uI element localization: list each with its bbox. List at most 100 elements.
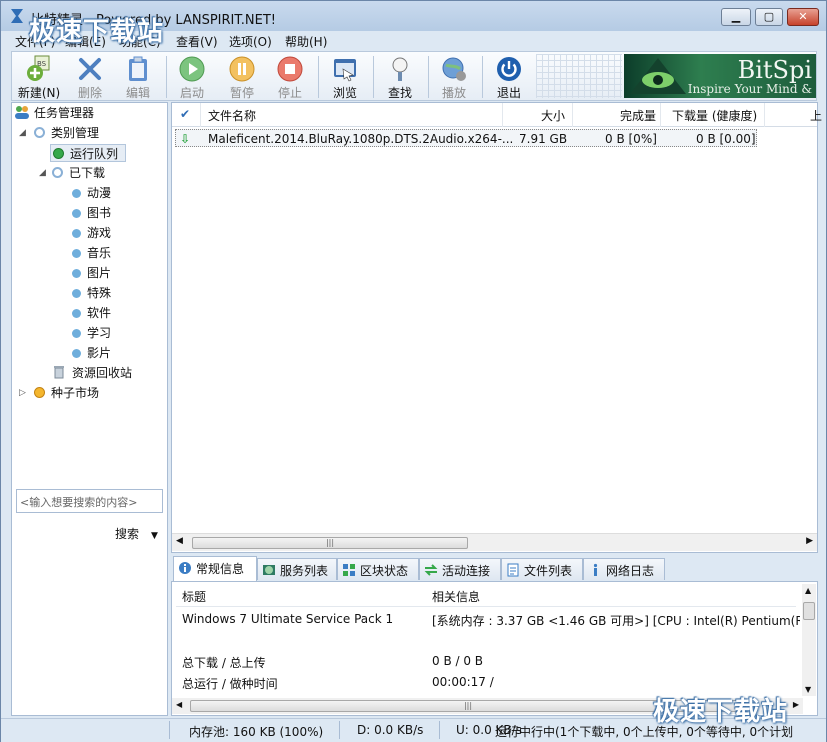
col-size-header[interactable]: 大小	[541, 107, 565, 124]
tree-sub-item[interactable]: 图片	[72, 264, 111, 282]
new-button[interactable]: BS 新建(N)	[13, 54, 65, 100]
tree-seed-market[interactable]: 种子市场	[34, 384, 99, 402]
edit-button[interactable]: 编辑	[112, 54, 164, 100]
exit-button[interactable]: 退出	[483, 54, 535, 100]
vertical-scroll-thumb[interactable]	[803, 602, 815, 620]
column-divider	[200, 103, 201, 127]
task-list-header: ✔ 文件名称 大小 完成量 下载量 (健康度) 上	[172, 103, 822, 127]
tree-sub-label: 影片	[87, 346, 112, 360]
column-divider	[660, 103, 661, 127]
tree-running-queue[interactable]: 运行队列	[50, 144, 126, 162]
scroll-down-icon[interactable]: ▼	[805, 685, 811, 694]
scroll-right-icon[interactable]: ▶	[806, 536, 813, 546]
tree-sub-item[interactable]: 影片	[72, 344, 111, 362]
tree-sub-item[interactable]: 软件	[72, 304, 111, 322]
vertical-scrollbar[interactable]: ▲ ▼	[802, 584, 816, 696]
info-header-title: 标题	[182, 590, 207, 604]
browse-button[interactable]: 浏览	[319, 54, 371, 100]
column-divider	[764, 103, 765, 127]
tree-sub-item[interactable]: 音乐	[72, 244, 111, 262]
start-button[interactable]: 启动	[166, 54, 218, 100]
collapse-icon[interactable]: ◢	[39, 168, 46, 178]
find-bulb-icon	[392, 57, 408, 81]
info-header-info: 相关信息	[432, 590, 481, 604]
info-time-label: 总运行 / 做种时间	[182, 677, 278, 691]
expand-icon[interactable]: ▷	[19, 388, 26, 398]
search-input[interactable]: <输入想要搜索的内容>	[16, 489, 163, 513]
tree-sub-item[interactable]: 动漫	[72, 184, 111, 202]
pause-button[interactable]: 暂停	[216, 54, 268, 100]
info-transfer-label: 总下载 / 总上传	[182, 656, 266, 670]
category-icon	[34, 127, 45, 138]
tab-label: 常规信息	[196, 562, 245, 576]
tab-general-info[interactable]: 常规信息	[173, 556, 257, 581]
tree-root-label: 任务管理器	[34, 106, 95, 120]
task-name: Maleficent.2014.BluRay.1080p.DTS.2Audio.…	[208, 132, 514, 146]
brand-banner[interactable]: BitSpi Inspire Your Mind &	[624, 54, 816, 98]
menu-help[interactable]: 帮助(H)	[285, 33, 327, 50]
horizontal-scrollbar[interactable]: ◀ ||| ▶	[172, 533, 817, 551]
info-icon	[179, 562, 191, 574]
tab-label: 服务列表	[280, 564, 329, 578]
tree-root[interactable]: 任务管理器	[14, 104, 94, 122]
tree-downloaded[interactable]: 已下载	[52, 164, 105, 182]
menu-options[interactable]: 选项(O)	[229, 33, 272, 50]
col-name-header[interactable]: 文件名称	[208, 107, 256, 124]
menu-view[interactable]: 查看(V)	[176, 33, 218, 50]
power-icon	[497, 57, 521, 81]
tree-sub-item[interactable]: 学习	[72, 324, 111, 342]
tree-recycle-label: 资源回收站	[72, 366, 133, 380]
find-button[interactable]: 查找	[374, 54, 426, 100]
tab-network-log[interactable]: 网络日志	[583, 558, 665, 580]
task-row[interactable]: ⇩ Maleficent.2014.BluRay.1080p.DTS.2Audi…	[175, 129, 757, 147]
category-tree-panel: 任务管理器 ◢ 类别管理 运行队列 ◢ 已下载 动漫 图书 游戏 音乐 图片 特…	[11, 102, 168, 716]
sub-category-icon	[72, 229, 81, 238]
tab-block-status[interactable]: 区块状态	[337, 558, 419, 580]
globe-icon	[263, 565, 275, 575]
tree-sub-label: 游戏	[87, 226, 112, 240]
search-button-label: 搜索	[115, 527, 140, 541]
tree-sub-item[interactable]: 特殊	[72, 284, 111, 302]
tree-category[interactable]: 类别管理	[34, 124, 99, 142]
recycle-bin-icon	[54, 366, 64, 379]
scroll-up-icon[interactable]: ▲	[805, 586, 811, 595]
tab-active-connections[interactable]: 活动连接	[419, 558, 501, 580]
tree-sub-label: 软件	[87, 306, 112, 320]
play-button[interactable]: 播放	[428, 54, 480, 100]
detail-tabs: 常规信息 服务列表 区块状态 活动连接 文件列表 网络日志	[171, 556, 818, 581]
banner-title: BitSpi	[737, 56, 812, 84]
tab-file-list[interactable]: 文件列表	[501, 558, 583, 580]
col-upload-header[interactable]: 上	[810, 107, 822, 124]
tab-label: 区块状态	[360, 564, 409, 578]
delete-button[interactable]: 删除	[64, 54, 116, 100]
scroll-left-icon[interactable]: ◀	[176, 536, 183, 546]
tree-recycle-bin[interactable]: 资源回收站	[52, 364, 132, 382]
pause-label: 暂停	[229, 86, 254, 100]
collapse-icon[interactable]: ◢	[19, 128, 26, 138]
info-time-value: 00:00:17 /	[432, 675, 494, 689]
scroll-thumb[interactable]: |||	[192, 537, 468, 549]
scroll-left-icon[interactable]: ◀	[176, 700, 182, 709]
search-button[interactable]: 搜索 ▼	[115, 525, 158, 542]
maximize-button[interactable]: ▢	[755, 8, 783, 26]
tree-sub-label: 学习	[87, 326, 112, 340]
column-divider	[502, 103, 503, 127]
checkmark-icon[interactable]: ✔	[180, 107, 190, 121]
tree-sub-item[interactable]: 图书	[72, 204, 111, 222]
tree-sub-label: 特殊	[87, 286, 112, 300]
eye-logo-icon	[630, 58, 686, 94]
tab-label: 文件列表	[524, 564, 573, 578]
minimize-button[interactable]: ▁	[721, 8, 751, 26]
col-download-header[interactable]: 下载量 (健康度)	[672, 107, 757, 124]
scroll-right-icon[interactable]: ▶	[793, 700, 799, 709]
col-done-header[interactable]: 完成量	[620, 107, 656, 124]
dropdown-arrow-icon: ▼	[151, 531, 158, 541]
status-divider	[339, 721, 340, 739]
tab-service-list[interactable]: 服务列表	[257, 558, 337, 580]
close-button[interactable]: ✕	[787, 8, 819, 26]
tree-sub-item[interactable]: 游戏	[72, 224, 111, 242]
toolbar-grid-decoration	[536, 54, 622, 98]
new-label: 新建(N)	[17, 86, 61, 100]
stop-button[interactable]: 停止	[264, 54, 316, 100]
sub-category-icon	[72, 269, 81, 278]
